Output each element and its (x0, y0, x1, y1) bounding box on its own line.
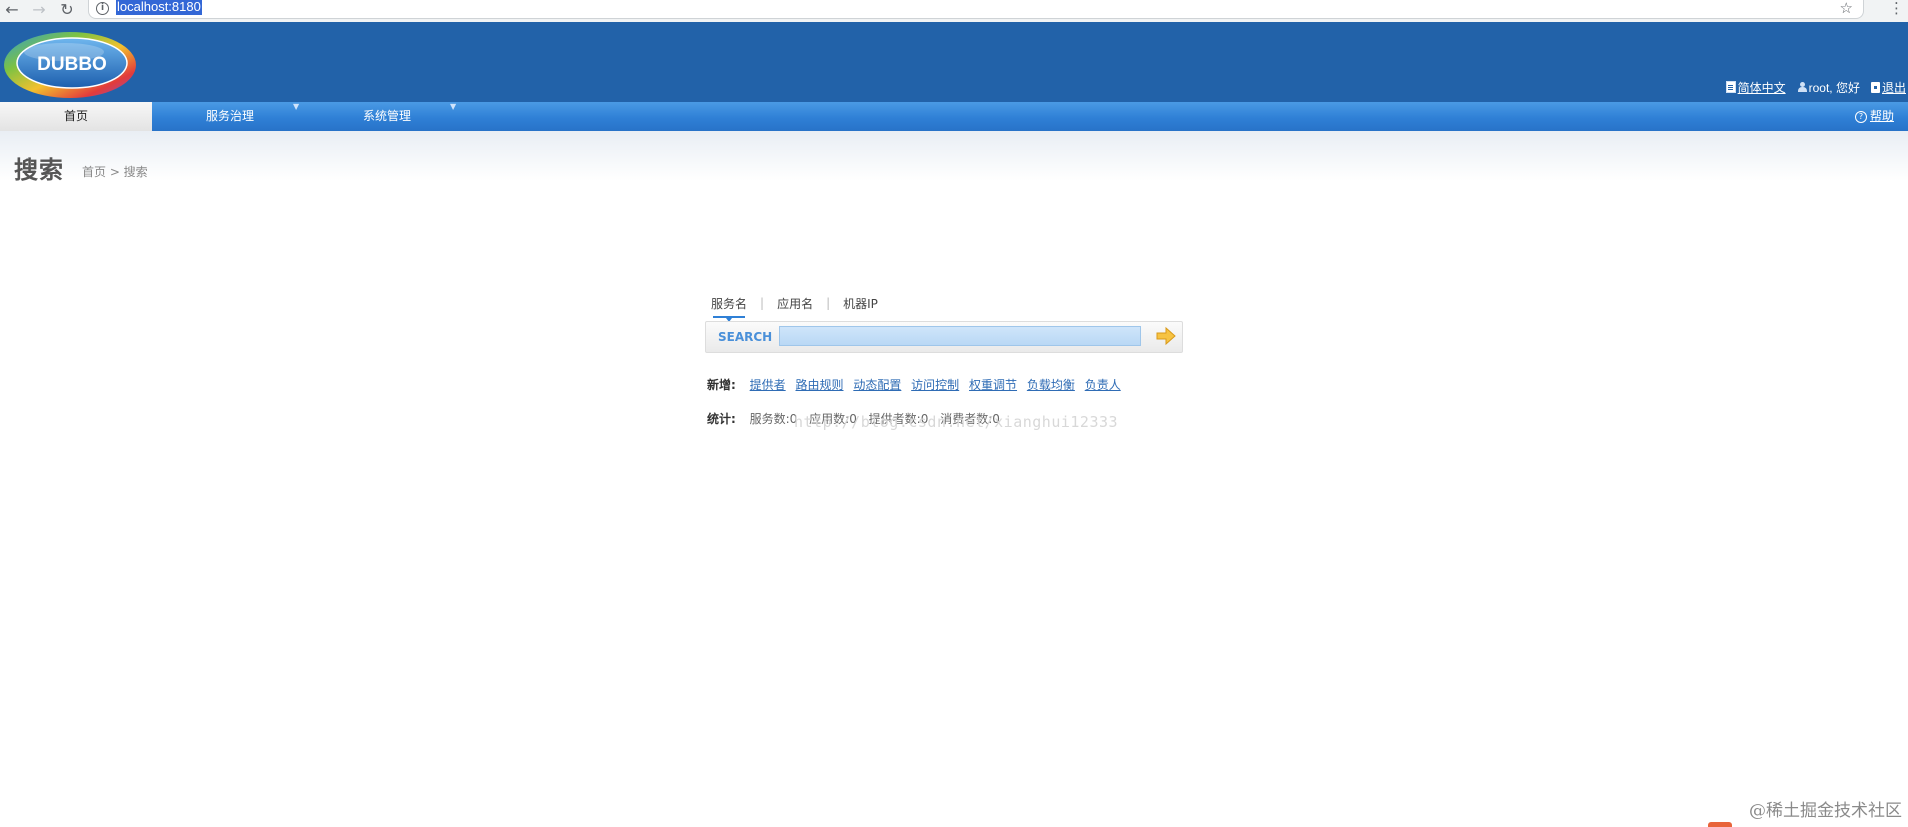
logout-link[interactable]: 退出 (1870, 79, 1906, 96)
main-nav: 首页 服务治理 ▼ 系统管理 ▼ ? 帮助 (0, 102, 1908, 132)
stat-service-count: 服务数:0 (749, 412, 798, 426)
document-icon (1725, 81, 1736, 93)
forward-arrow-icon[interactable]: → (29, 1, 49, 19)
nav-item-home[interactable]: 首页 (0, 102, 152, 131)
user-greeting: root, 您好 (1797, 79, 1860, 96)
page-title: 搜索 (14, 156, 64, 184)
site-info-icon[interactable]: i (96, 2, 109, 15)
add-new-label: 新增: (707, 378, 736, 392)
back-arrow-icon[interactable]: ← (2, 1, 22, 19)
tab-application-name[interactable]: 应用名 (776, 295, 814, 312)
corner-watermark: @稀土掘金技术社区 (1749, 801, 1902, 821)
help-icon: ? (1854, 110, 1867, 123)
add-weight-adjust-link[interactable]: 权重调节 (969, 378, 1017, 392)
logout-icon (1870, 81, 1880, 93)
bookmark-star-icon[interactable]: ☆ (1840, 0, 1853, 17)
chevron-down-icon[interactable]: ▼ (450, 102, 456, 111)
browser-menu-icon[interactable]: ⋮ (1889, 0, 1904, 16)
language-link[interactable]: 简体中文 (1725, 79, 1786, 96)
nav-item-service-governance[interactable]: 服务治理 (206, 102, 254, 131)
blog-watermark: http://blog.csdn.net/xianghui12333 (794, 413, 1119, 431)
help-label: 帮助 (1869, 109, 1894, 123)
user-icon (1797, 82, 1807, 92)
tab-machine-ip[interactable]: 机器IP (842, 295, 879, 312)
add-route-rule-link[interactable]: 路由规则 (795, 378, 843, 392)
tab-service-name[interactable]: 服务名 (710, 295, 748, 322)
logout-link-label: 退出 (1881, 80, 1906, 95)
search-bar: SEARCH (705, 321, 1183, 353)
logo-text: DUBBO (37, 54, 107, 75)
chevron-down-icon[interactable]: ▼ (293, 102, 299, 111)
language-link-label: 简体中文 (1737, 80, 1786, 95)
corner-badge (1708, 822, 1732, 827)
tab-separator: | (760, 296, 765, 310)
stats-label: 统计: (707, 412, 736, 426)
add-load-balance-link[interactable]: 负载均衡 (1027, 378, 1075, 392)
dubbo-logo[interactable]: DUBBO (2, 28, 138, 100)
add-access-control-link[interactable]: 访问控制 (911, 378, 959, 392)
user-greeting-label: root, 您好 (1808, 80, 1860, 95)
search-input[interactable] (779, 326, 1141, 346)
search-go-arrow-icon[interactable] (1155, 326, 1177, 346)
title-band (0, 131, 1908, 181)
add-new-row: 新增: 提供者 路由规则 动态配置 访问控制 权重调节 负载均衡 负责人 (707, 376, 1127, 393)
tab-separator: | (826, 296, 831, 310)
address-bar[interactable]: i localhost:8180 ☆ (88, 0, 1864, 19)
search-type-tabs: 服务名 | 应用名 | 机器IP (710, 293, 879, 322)
search-label: SEARCH (718, 330, 773, 344)
add-provider-link[interactable]: 提供者 (750, 378, 786, 392)
breadcrumb: 首页 > 搜索 (82, 165, 148, 179)
user-links: 简体中文 root, 您好 退出 (1725, 79, 1906, 96)
add-owner-link[interactable]: 负责人 (1085, 378, 1121, 392)
address-url[interactable]: localhost:8180 (116, 0, 202, 15)
nav-item-system-admin[interactable]: 系统管理 (363, 102, 411, 131)
browser-toolbar: ← → ↻ i localhost:8180 ☆ ⋮ (0, 0, 1908, 23)
app-header: DUBBO 简体中文 root, 您好 退出 (0, 22, 1908, 102)
reload-icon[interactable]: ↻ (57, 1, 77, 19)
help-link[interactable]: ? 帮助 (1854, 102, 1894, 131)
add-dynamic-config-link[interactable]: 动态配置 (853, 378, 901, 392)
